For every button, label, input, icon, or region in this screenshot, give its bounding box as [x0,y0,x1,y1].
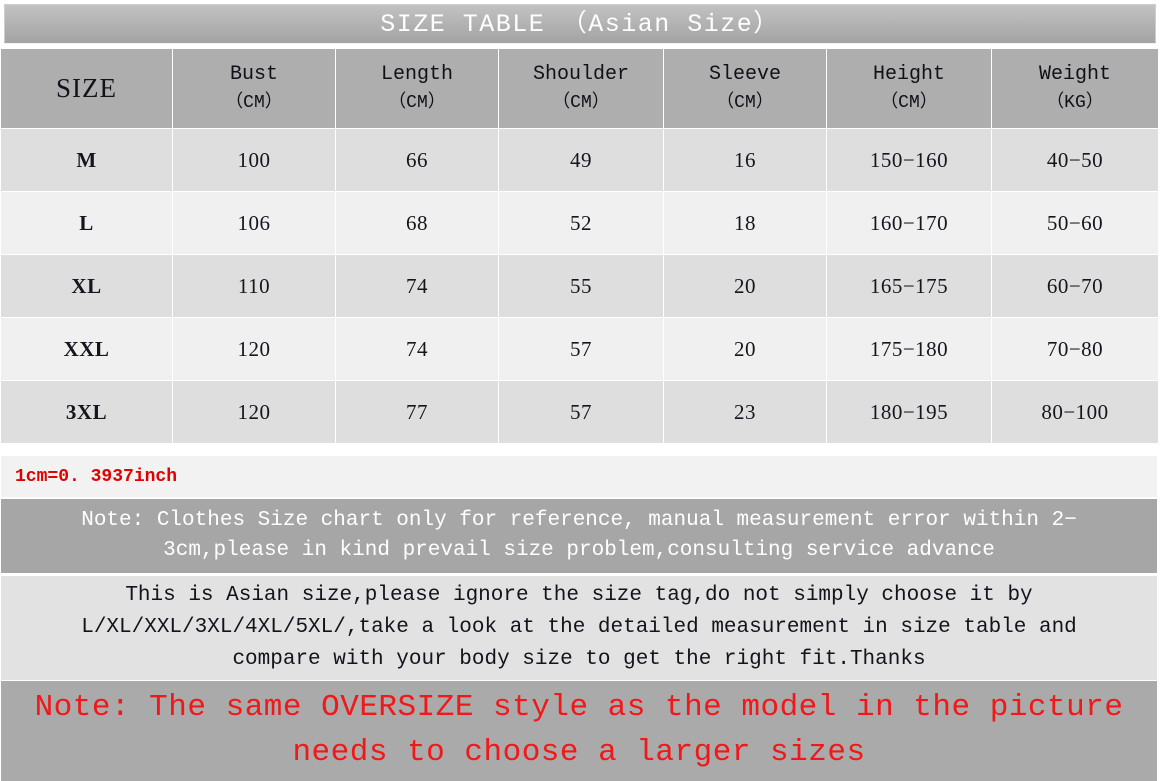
cell-length: 68 [335,191,499,255]
column-header-shoulder-label: Shoulder [532,63,629,87]
oversize-note-line-2: needs to choose a larger sizes [292,735,866,770]
cell-bust: 120 [172,317,336,381]
table-row: L 106 68 52 18 160−170 50−60 [0,191,1159,255]
cell-height: 160−170 [826,191,992,255]
column-header-bust-unit: （CM） [225,93,283,114]
cell-weight: 60−70 [991,254,1159,318]
table-body: M 100 66 49 16 150−160 40−50 L 106 68 52… [0,128,1159,444]
asian-size-note-line-2: L/XL/XXL/3XL/4XL/5XL/,take a look at the… [81,616,1077,640]
cell-length: 74 [335,317,499,381]
unit-conversion-text: 1cm=0. 3937inch [15,466,178,487]
cell-length: 66 [335,128,499,192]
cell-weight: 70−80 [991,317,1159,381]
cell-length: 77 [335,380,499,444]
column-header-shoulder-unit: （CM） [552,93,610,114]
unit-conversion-strip: 1cm=0. 3937inch [0,456,1158,497]
cell-size: L [0,191,173,255]
column-header-weight-unit: （KG） [1046,93,1104,114]
size-chart-table: SIZE Bust （CM） Length （CM） Shoulder （CM）… [0,48,1159,444]
column-header-sleeve-label: Sleeve [708,63,781,87]
oversize-note-band: Note: The same OVERSIZE style as the mod… [0,681,1158,781]
cell-weight: 40−50 [991,128,1159,192]
cell-shoulder: 57 [498,380,664,444]
table-row: M 100 66 49 16 150−160 40−50 [0,128,1159,192]
column-header-weight-label: Weight [1038,63,1111,87]
cell-weight: 50−60 [991,191,1159,255]
column-header-size: SIZE [0,48,173,129]
cell-shoulder: 52 [498,191,664,255]
asian-size-note-band: This is Asian size,please ignore the siz… [0,576,1158,680]
cell-sleeve: 16 [663,128,827,192]
oversize-note-line-1: Note: The same OVERSIZE style as the mod… [34,690,1124,726]
column-header-weight: Weight （KG） [991,48,1159,129]
cell-height: 180−195 [826,380,992,444]
page-title: SIZE TABLE （Asian Size） [380,9,780,39]
size-table-page: SIZE TABLE （Asian Size） SIZE Bust （CM） L… [0,0,1160,781]
cell-bust: 110 [172,254,336,318]
cell-sleeve: 20 [663,254,827,318]
column-header-shoulder: Shoulder （CM） [498,48,664,129]
table-header: SIZE Bust （CM） Length （CM） Shoulder （CM）… [0,48,1159,129]
cell-height: 175−180 [826,317,992,381]
header-row: SIZE Bust （CM） Length （CM） Shoulder （CM）… [0,48,1159,129]
asian-size-note-line-1: This is Asian size,please ignore the siz… [125,584,1033,608]
column-header-sleeve-unit: （CM） [716,93,774,114]
column-header-height-unit: （CM） [880,93,938,114]
cell-size: XXL [0,317,173,381]
cell-sleeve: 23 [663,380,827,444]
cell-height: 165−175 [826,254,992,318]
column-header-sleeve: Sleeve （CM） [663,48,827,129]
table-row: XXL 120 74 57 20 175−180 70−80 [0,317,1159,381]
cell-shoulder: 49 [498,128,664,192]
column-header-height-label: Height [872,63,945,87]
asian-size-note-line-3: compare with your body size to get the r… [232,647,926,671]
column-header-size-label: SIZE [56,73,117,103]
column-header-length: Length （CM） [335,48,499,129]
cell-height: 150−160 [826,128,992,192]
column-header-height: Height （CM） [826,48,992,129]
cell-sleeve: 20 [663,317,827,381]
cell-size: 3XL [0,380,173,444]
table-title-bar: SIZE TABLE （Asian Size） [4,4,1156,44]
cell-size: M [0,128,173,192]
measurement-note-band: Note: Clothes Size chart only for refere… [0,499,1158,573]
cell-bust: 120 [172,380,336,444]
cell-length: 74 [335,254,499,318]
measurement-note-line-2: 3cm,please in kind prevail size problem,… [163,539,995,562]
cell-shoulder: 57 [498,317,664,381]
cell-shoulder: 55 [498,254,664,318]
table-row: 3XL 120 77 57 23 180−195 80−100 [0,380,1159,444]
column-header-length-label: Length [380,63,453,87]
cell-sleeve: 18 [663,191,827,255]
cell-size: XL [0,254,173,318]
table-row: XL 110 74 55 20 165−175 60−70 [0,254,1159,318]
column-header-length-unit: （CM） [388,93,446,114]
measurement-note-line-1: Note: Clothes Size chart only for refere… [81,508,1077,532]
column-header-bust: Bust （CM） [172,48,336,129]
cell-bust: 100 [172,128,336,192]
column-header-bust-label: Bust [229,63,278,87]
cell-bust: 106 [172,191,336,255]
cell-weight: 80−100 [991,380,1159,444]
